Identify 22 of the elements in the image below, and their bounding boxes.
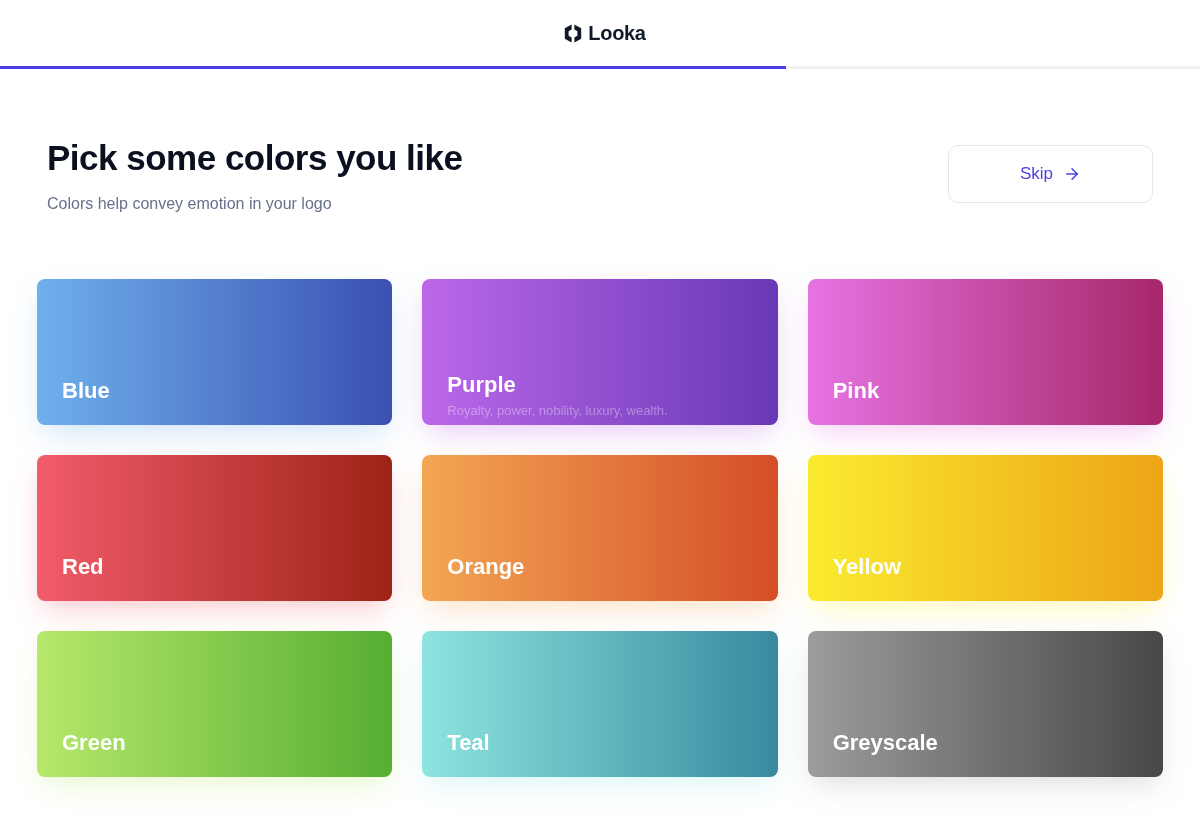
card-label: Pink [832,377,880,405]
color-card[interactable]: Yellow [807,455,1163,601]
color-card[interactable]: Greyscale [807,631,1163,777]
color-card[interactable]: Orange [422,455,778,601]
card-label: Blue [62,377,110,405]
card-label: Green [62,729,126,757]
card-label: Purple [447,371,516,399]
card-label: Orange [447,553,525,581]
brand-name: Looka [588,21,646,46]
color-card[interactable]: Pink [807,279,1163,425]
color-card[interactable]: Green [37,631,393,777]
color-card[interactable]: Blue [37,279,393,425]
color-card[interactable]: Teal [422,631,778,777]
card-label: Greyscale [832,729,938,757]
logo-icon [564,23,583,43]
card-label: Yellow [832,553,902,581]
skip-button[interactable]: Skip [948,145,1153,203]
color-card[interactable]: Red [37,455,393,601]
card-label: Red [62,553,104,581]
card-label: Teal [447,729,490,757]
page-title: Pick some colors you like [47,138,463,178]
page-subtitle: Colors help convey emotion in your logo [47,194,333,214]
